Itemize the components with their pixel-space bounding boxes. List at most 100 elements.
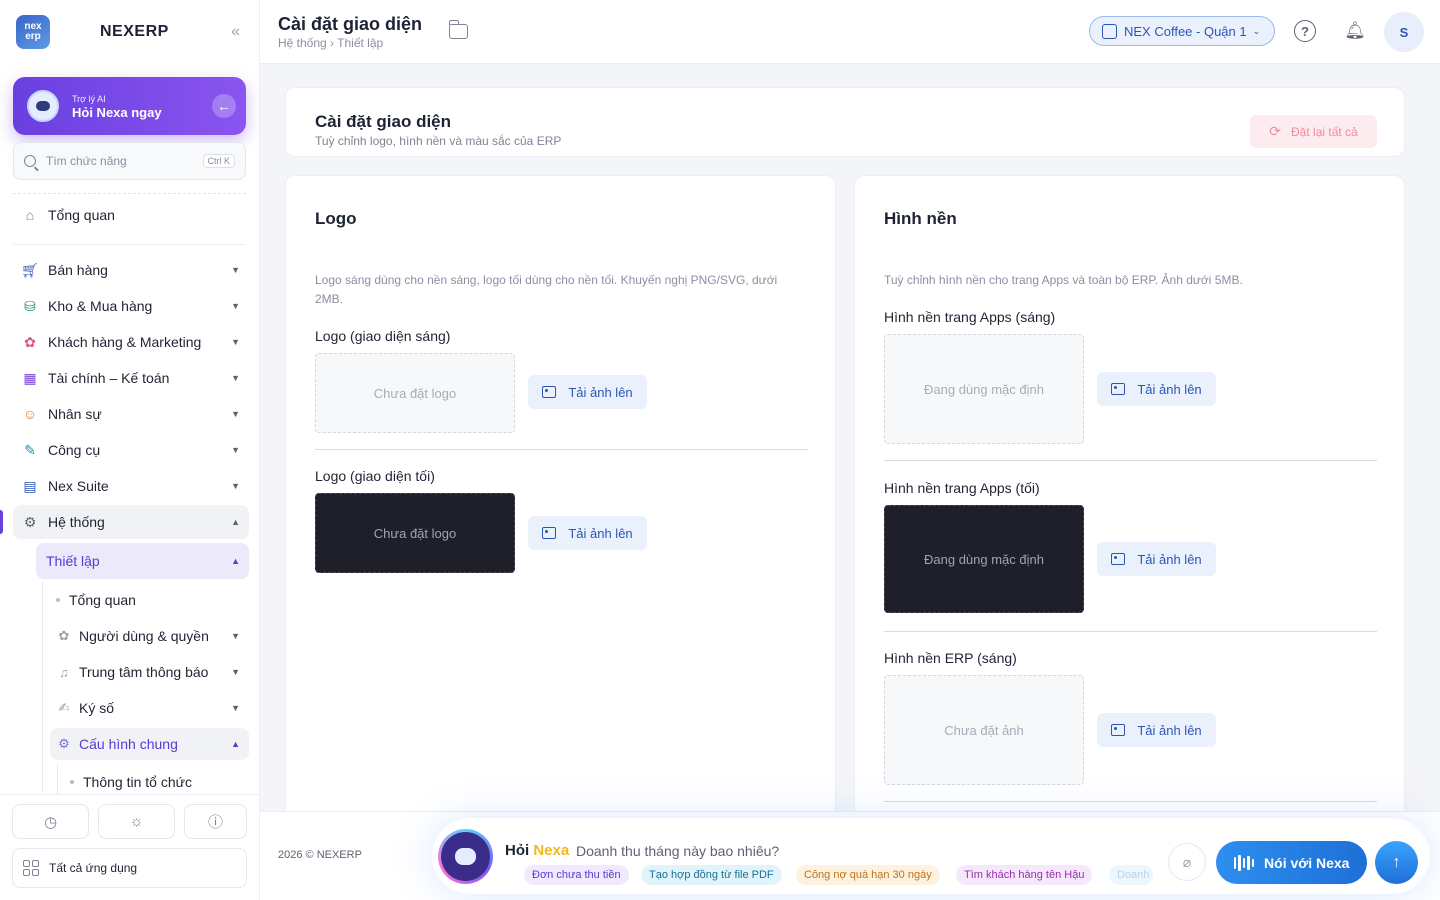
sidebar-search-input[interactable]: Tìm chức năng Ctrl K bbox=[13, 142, 246, 180]
upload-bg-apps-dark-button[interactable]: Tải ảnh lên bbox=[1097, 542, 1216, 576]
bag-icon: ⛁ bbox=[24, 297, 36, 314]
person-icon: ☺ bbox=[22, 406, 38, 422]
waveform-icon bbox=[1233, 854, 1255, 871]
sidebar-item-sales[interactable]: 🛒︎ Bán hàng ▼ bbox=[13, 253, 249, 287]
sidebar-item-nex-suite[interactable]: ▤ Nex Suite ▼ bbox=[13, 469, 249, 503]
upload-logo-light-button[interactable]: Tải ảnh lên bbox=[528, 375, 647, 409]
all-apps-button[interactable]: Tất cả ứng dụng bbox=[12, 848, 247, 888]
logo-light-dropzone[interactable]: Chưa đặt logo bbox=[315, 353, 515, 433]
sidebar-item-label: Hệ thống bbox=[48, 514, 105, 530]
sidebar-item-label: Nhân sự bbox=[48, 406, 102, 422]
sidebar-item-label: Nex Suite bbox=[48, 478, 109, 494]
suggestion-chip[interactable]: Doanh bbox=[1109, 865, 1153, 885]
divider bbox=[884, 801, 1377, 802]
theme-toggle-button[interactable]: ☼ bbox=[98, 804, 175, 839]
image-icon bbox=[1111, 553, 1126, 565]
avatar[interactable]: S bbox=[1384, 12, 1424, 52]
store-selector[interactable]: NEX Coffee - Quận 1 ⌄ bbox=[1089, 16, 1275, 46]
ai-assistant-card[interactable]: Trợ lý AI Hỏi Nexa ngay ← bbox=[13, 77, 246, 135]
search-icon bbox=[24, 155, 36, 167]
attach-button[interactable]: ⌀ bbox=[1168, 843, 1206, 881]
background-panel: Hình nền Tuỳ chỉnh hình nền cho trang Ap… bbox=[854, 175, 1405, 825]
clock-icon: ◷ bbox=[43, 813, 58, 831]
logo-dark-label: Logo (giao diện tối) bbox=[315, 468, 435, 484]
search-shortcut: Ctrl K bbox=[202, 154, 235, 168]
sidebar: nex erp NEXERP « Trợ lý AI Hỏi Nexa ngay… bbox=[0, 0, 260, 900]
logo-dark-dropzone[interactable]: Chưa đặt logo bbox=[315, 493, 515, 573]
divider bbox=[884, 631, 1377, 632]
suggestion-chip[interactable]: Đơn chưa thu tiền bbox=[524, 865, 629, 885]
robot-avatar-icon bbox=[27, 90, 59, 122]
divider bbox=[13, 193, 246, 194]
bg-apps-light-label: Hình nền trang Apps (sáng) bbox=[884, 309, 1056, 325]
folder-icon[interactable] bbox=[448, 20, 468, 39]
bg-erp-light-label: Hình nền ERP (sáng) bbox=[884, 650, 1017, 666]
home-icon: ⌂ bbox=[25, 207, 35, 223]
copyright: 2026 © NEXERP bbox=[278, 849, 362, 861]
ask-brand: Nexa bbox=[533, 842, 570, 859]
footer: 2026 © NEXERP Hỏi Nexa Doanh thu tháng n… bbox=[260, 811, 1440, 900]
sidebar-item-finance[interactable]: ▦ Tài chính – Kế toán ▼ bbox=[13, 361, 249, 395]
bullet-icon bbox=[70, 780, 74, 784]
upload-bg-apps-light-button[interactable]: Tải ảnh lên bbox=[1097, 372, 1216, 406]
help-icon[interactable]: ? bbox=[1294, 20, 1316, 42]
sidebar-subitem-overview[interactable]: Tổng quan bbox=[50, 584, 249, 616]
sidebar-subitem-label: Trung tâm thông báo bbox=[79, 664, 209, 680]
bg-erp-light-dropzone[interactable]: Chưa đặt ảnh bbox=[884, 675, 1084, 785]
chevron-down-icon: ▼ bbox=[231, 703, 240, 713]
sidebar-item-system[interactable]: ⚙ Hệ thống ▲ bbox=[13, 505, 249, 539]
sidebar-item-customers[interactable]: ✿ Khách hàng & Marketing ▼ bbox=[13, 325, 249, 359]
arrow-up-icon: ↑ bbox=[1392, 853, 1401, 871]
sidebar-subitem-digital-signature[interactable]: ✍ Ký số ▼ bbox=[50, 692, 249, 724]
cart-icon: 🛒︎ bbox=[21, 261, 39, 278]
bg-apps-dark-dropzone[interactable]: Đang dùng mặc định bbox=[884, 505, 1084, 613]
arrow-left-icon[interactable]: ← bbox=[212, 94, 236, 118]
search-placeholder: Tìm chức năng bbox=[46, 154, 127, 168]
chevron-down-icon: ▼ bbox=[231, 301, 240, 311]
chevron-down-icon: ⌄ bbox=[1252, 25, 1261, 36]
ask-input[interactable]: Doanh thu tháng này bao nhiêu? bbox=[576, 843, 779, 859]
sidebar-item-inventory[interactable]: ⛁ Kho & Mua hàng ▼ bbox=[13, 289, 249, 323]
bell-icon[interactable]: 🔔︎ bbox=[1344, 20, 1366, 42]
suggestion-chip[interactable]: Tạo hợp đồng từ file PDF bbox=[641, 865, 782, 885]
robot-avatar-icon[interactable] bbox=[438, 829, 493, 884]
chevron-down-icon: ▼ bbox=[231, 409, 240, 419]
calculator-icon: ▦ bbox=[23, 369, 37, 386]
brand-logo[interactable]: nex erp bbox=[16, 15, 50, 49]
panel-description: Logo sáng dùng cho nền sáng, logo tối dù… bbox=[315, 273, 778, 306]
history-button[interactable]: ◷ bbox=[12, 804, 89, 839]
brand-name: NEXERP bbox=[100, 23, 169, 40]
upload-bg-erp-light-button[interactable]: Tải ảnh lên bbox=[1097, 713, 1216, 747]
suggestion-chip[interactable]: Công nợ quá hạn 30 ngày bbox=[796, 865, 940, 885]
upload-logo-dark-button[interactable]: Tải ảnh lên bbox=[528, 516, 647, 550]
gear-icon: ⚙ bbox=[23, 513, 37, 530]
bg-apps-light-dropzone[interactable]: Đang dùng mặc định bbox=[884, 334, 1084, 444]
breadcrumb[interactable]: Hệ thống › Thiết lập bbox=[278, 36, 383, 50]
sidebar-subitem-general-config[interactable]: ⚙ Cấu hình chung ▲ bbox=[50, 728, 249, 760]
sidebar-item-hr[interactable]: ☺ Nhân sự ▼ bbox=[13, 397, 249, 431]
sidebar-item-setup[interactable]: Thiết lập ▲ bbox=[36, 543, 249, 579]
chevron-down-icon: ▼ bbox=[231, 445, 240, 455]
alert-button[interactable]: ⓘ bbox=[184, 804, 247, 839]
users-icon: ✿ bbox=[24, 333, 36, 350]
reset-all-button[interactable]: ⟳ Đặt lại tất cả bbox=[1250, 115, 1377, 148]
sidebar-item-label: Tổng quan bbox=[48, 207, 115, 223]
sidebar-subitem-label: Tổng quan bbox=[69, 592, 136, 608]
send-button[interactable]: ↑ bbox=[1375, 841, 1418, 884]
voice-chat-button[interactable]: Nói với Nexa bbox=[1216, 841, 1367, 884]
panel-title: Hình nền bbox=[884, 209, 957, 228]
collapse-sidebar-icon[interactable]: « bbox=[231, 23, 240, 41]
sidebar-subitem-users-permissions[interactable]: ✿ Người dùng & quyền ▼ bbox=[50, 620, 249, 652]
sidebar-item-tools[interactable]: ✎ Công cụ ▼ bbox=[13, 433, 249, 467]
upload-label: Tải ảnh lên bbox=[1137, 722, 1202, 738]
chevron-up-icon: ▲ bbox=[231, 739, 240, 749]
ai-card-title: Hỏi Nexa ngay bbox=[72, 105, 162, 120]
image-icon bbox=[1111, 724, 1126, 736]
sidebar-item-overview[interactable]: ⌂ Tổng quan bbox=[13, 198, 249, 232]
reset-all-label: Đặt lại tất cả bbox=[1291, 124, 1358, 139]
sidebar-subitem-notification-center[interactable]: ♫ Trung tâm thông báo ▼ bbox=[50, 656, 249, 688]
suggestion-chip[interactable]: Tìm khách hàng tên Hậu bbox=[956, 865, 1093, 885]
sun-icon: ☼ bbox=[129, 813, 144, 830]
upload-label: Tải ảnh lên bbox=[568, 525, 633, 541]
logo-light-label: Logo (giao diện sáng) bbox=[315, 328, 451, 344]
